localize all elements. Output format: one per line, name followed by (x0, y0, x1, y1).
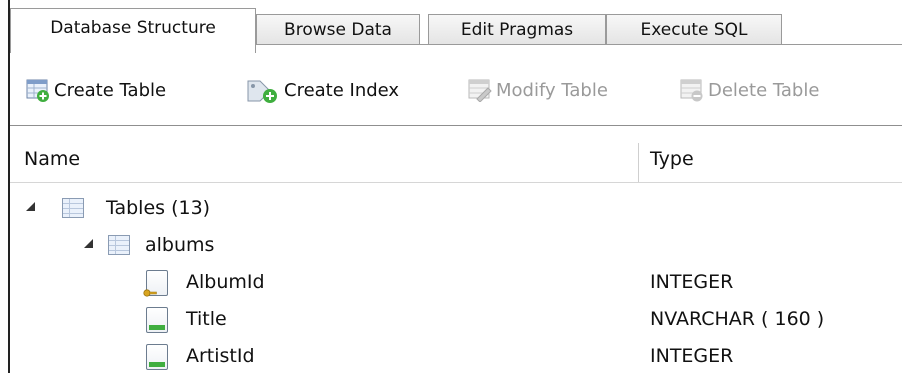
create-index-icon (246, 78, 280, 103)
modify-table-label: Modify Table (496, 79, 608, 101)
tree-header: Name Type (10, 140, 902, 180)
tab-label: Execute SQL (640, 20, 748, 40)
header-bottom-line (10, 182, 902, 183)
column-header-name[interactable]: Name (24, 140, 80, 180)
column-header-name-label: Name (24, 148, 81, 170)
tab-browse-data[interactable]: Browse Data (256, 14, 420, 45)
tab-label: Edit Pragmas (460, 20, 574, 40)
tab-database-structure[interactable]: Database Structure (10, 8, 256, 53)
create-index-label: Create Index (284, 79, 400, 101)
field-icon (146, 344, 168, 370)
modify-table-button[interactable]: Modify Table (468, 75, 608, 105)
field-type: INTEGER (650, 271, 734, 293)
tree-row-tables[interactable]: Tables (13) (10, 190, 902, 227)
tab-label: Database Structure (50, 18, 216, 38)
delete-table-label: Delete Table (708, 79, 820, 101)
column-header-type[interactable]: Type (650, 140, 694, 180)
table-icon (62, 198, 84, 218)
create-table-icon (26, 78, 50, 102)
tab-label: Browse Data (284, 20, 392, 40)
tree-row-field[interactable]: ArtistId INTEGER (10, 338, 902, 375)
field-name: AlbumId (186, 271, 265, 293)
tab-strip: Database Structure Browse Data Edit Prag… (10, 8, 902, 53)
tab-edit-pragmas[interactable]: Edit Pragmas (428, 14, 606, 45)
column-divider[interactable] (638, 143, 639, 183)
tree-row-field[interactable]: AlbumId INTEGER (10, 264, 902, 301)
primary-key-field-icon (143, 270, 168, 297)
expand-triangle-icon[interactable] (84, 239, 93, 248)
tab-execute-sql[interactable]: Execute SQL (606, 14, 782, 45)
field-type: NVARCHAR ( 160 ) (650, 308, 825, 330)
albums-node-label: albums (145, 234, 215, 256)
expand-triangle-icon[interactable] (26, 202, 35, 211)
field-name: Title (186, 308, 227, 330)
toolbar-separator (10, 125, 902, 126)
modify-table-icon (468, 78, 492, 103)
toolbar: Create Table Create Index Modify Table D… (10, 45, 902, 125)
create-table-label: Create Table (54, 79, 167, 101)
tree-row-albums[interactable]: albums (10, 227, 902, 264)
column-header-type-label: Type (650, 148, 694, 170)
create-table-button[interactable]: Create Table (26, 75, 166, 105)
field-name: ArtistId (186, 345, 255, 367)
table-icon (108, 235, 130, 255)
field-type: INTEGER (650, 345, 734, 367)
delete-table-icon (680, 78, 704, 102)
tables-node-label: Tables (13) (106, 197, 211, 219)
tree-row-field[interactable]: Title NVARCHAR ( 160 ) (10, 301, 902, 338)
create-index-button[interactable]: Create Index (246, 75, 399, 105)
delete-table-button[interactable]: Delete Table (680, 75, 819, 105)
field-icon (146, 307, 168, 333)
